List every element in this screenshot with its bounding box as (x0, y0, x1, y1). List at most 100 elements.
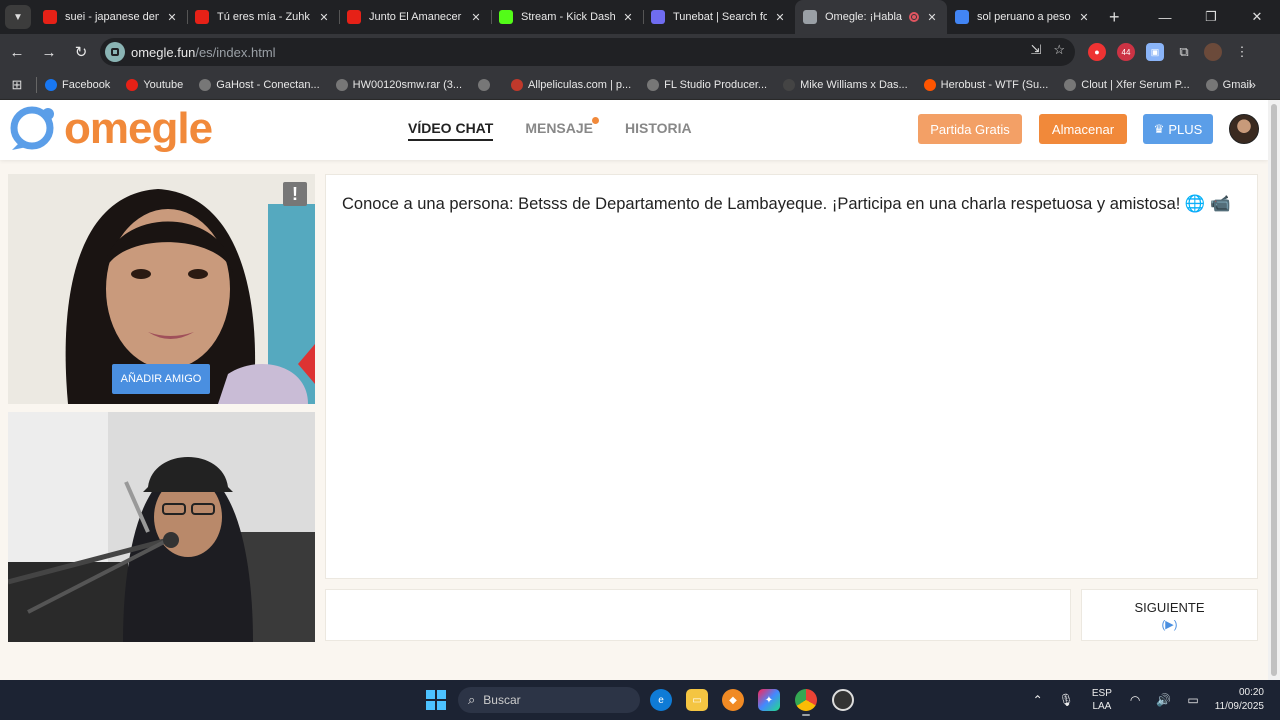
wifi-icon[interactable]: ◠ (1130, 693, 1140, 707)
bookmark-item[interactable]: Clout | Xfer Serum P... (1064, 78, 1190, 91)
bookmark-label: Mike Williams x Das... (800, 78, 908, 91)
tab-title: Junto El Amanecer - (369, 11, 463, 23)
apps-grid-icon[interactable]: ⊞ (2, 77, 32, 93)
more-bookmarks-icon[interactable]: » (1249, 77, 1256, 92)
kebab-menu-icon[interactable]: ⋮ (1233, 43, 1251, 61)
profile-avatar-icon[interactable] (1204, 43, 1222, 61)
bookmark-item[interactable]: Mike Williams x Das... (783, 78, 908, 91)
taskbar-search-label: Buscar (483, 693, 521, 707)
chat-log: Conoce a una persona: Betsss de Departam… (325, 174, 1258, 579)
browser-tab[interactable]: sol peruano a peso n ✕ (947, 0, 1099, 34)
bookmark-item[interactable]: GaHost - Conectan... (199, 78, 320, 91)
volume-icon[interactable]: 🔊 (1156, 693, 1171, 707)
globe-icon (803, 10, 817, 24)
chrome-icon[interactable] (795, 689, 817, 716)
globe-icon (199, 78, 212, 91)
soundcloud-icon (923, 78, 936, 91)
taskbar-search[interactable]: ⌕ Buscar (458, 687, 640, 713)
fl-studio-icon[interactable]: ◆ (722, 689, 744, 711)
site-nav-label: VÍDEO CHAT (408, 120, 494, 136)
browser-tab[interactable]: Omegle: ¡Habla c ✕ (795, 0, 947, 34)
bookmark-item[interactable]: Youtube (126, 78, 183, 91)
add-friend-button[interactable]: AÑADIR AMIGO (112, 364, 210, 394)
page-scrollbar[interactable] (1268, 100, 1280, 680)
input-language[interactable]: ESP LAA (1092, 687, 1112, 713)
bookmark-label: FL Studio Producer... (664, 78, 768, 91)
site-nav-item[interactable]: MENSAJE (525, 117, 599, 141)
tab-close-icon[interactable]: ✕ (469, 11, 483, 24)
tab-close-icon[interactable]: ✕ (773, 11, 787, 24)
plus-label: PLUS (1168, 121, 1203, 137)
tab-close-icon[interactable]: ✕ (1077, 11, 1091, 24)
cast-extension-icon[interactable]: ▣ (1146, 43, 1164, 61)
tab-close-icon[interactable]: ✕ (621, 11, 635, 24)
store-button[interactable]: Almacenar (1039, 114, 1127, 144)
back-arrow-icon[interactable]: ← (2, 37, 32, 67)
bookmark-item[interactable]: FL Studio Producer... (647, 78, 768, 91)
copilot-icon[interactable]: ✦ (758, 689, 780, 711)
bookmarks-bar: ⊞ Facebook Youtube GaHost - Conectan... HW0… (0, 70, 1280, 100)
facebook-icon (45, 78, 57, 91)
local-video-feed (8, 412, 315, 642)
tab-list: suei - japanese dem ✕ Tú eres mía - Zuhk f… (35, 0, 1099, 34)
site-nav-item[interactable]: VÍDEO CHAT (408, 120, 494, 141)
report-button[interactable]: ! (283, 182, 307, 206)
site-nav-label: MENSAJE (525, 120, 593, 136)
user-avatar[interactable] (1229, 114, 1259, 144)
crown-icon: ♛ (1153, 122, 1165, 136)
browser-tab[interactable]: suei - japanese dem ✕ (35, 0, 187, 34)
battery-icon[interactable]: ▭ (1187, 693, 1198, 707)
bookmark-label: Herobust - WTF (Su... (940, 78, 1049, 91)
globe-icon (1205, 78, 1218, 91)
install-app-icon[interactable]: ⇲ (1030, 42, 1041, 58)
tab-search-dropdown-icon[interactable]: ▼ (5, 5, 31, 29)
tab-title: sol peruano a peso n (977, 11, 1071, 23)
site-nav-item[interactable]: HISTORIA (625, 120, 692, 141)
bookmark-item[interactable]: HW00120smw.rar (3... (335, 78, 462, 91)
record-extension-icon[interactable]: ● (1088, 43, 1106, 61)
forward-arrow-icon[interactable]: → (34, 37, 64, 67)
minimize-icon[interactable]: — (1142, 0, 1188, 34)
microphone-icon[interactable]: 🎙 (1059, 693, 1074, 707)
tab-close-icon[interactable]: ✕ (925, 11, 939, 24)
close-window-icon[interactable]: ✕ (1234, 0, 1280, 34)
tab-close-icon[interactable]: ✕ (317, 11, 331, 24)
scrollbar-thumb[interactable] (1271, 104, 1277, 676)
next-button[interactable]: SIGUIENTE (▶) (1081, 589, 1258, 641)
browser-tab[interactable]: Junto El Amanecer - ✕ (339, 0, 491, 34)
clock-time: 00:20 (1238, 687, 1264, 698)
edge-icon[interactable]: e (650, 689, 672, 711)
file-explorer-icon[interactable]: ▭ (686, 689, 708, 711)
notification-extension-icon[interactable]: 44 (1117, 43, 1135, 61)
tab-title: Stream - Kick Dashbo (521, 11, 615, 23)
browser-tab[interactable]: Tú eres mía - Zuhk ft ✕ (187, 0, 339, 34)
bookmark-star-icon[interactable]: ☆ (1053, 42, 1065, 58)
clock-date: 11/09/2025 (1214, 701, 1264, 712)
windows-start-icon[interactable] (426, 690, 446, 710)
site-info-icon[interactable] (105, 42, 125, 62)
bookmark-item[interactable] (478, 78, 495, 91)
bookmark-item[interactable]: Herobust - WTF (Su... (923, 78, 1049, 91)
puzzle-extensions-icon[interactable]: ⧉ (1175, 43, 1193, 61)
lang-top: ESP (1091, 688, 1112, 699)
new-tab-button[interactable]: + (1109, 7, 1120, 28)
bookmark-item[interactable]: Gmail (1205, 78, 1251, 91)
omegle-logo[interactable]: omegle (8, 106, 213, 152)
browser-tab[interactable]: Stream - Kick Dashbo ✕ (491, 0, 643, 34)
obs-icon[interactable] (832, 689, 854, 711)
browser-tab[interactable]: Tunebat | Search for ✕ (643, 0, 795, 34)
bookmark-item[interactable]: Facebook (45, 78, 110, 91)
window-controls: — ❐ ✕ (1142, 0, 1280, 34)
free-game-button[interactable]: Partida Gratis (918, 114, 1022, 144)
system-clock[interactable]: 00:20 11/09/2025 (1215, 686, 1264, 714)
chat-system-message: Conoce a una persona: Betsss de Departam… (342, 195, 1231, 213)
restore-icon[interactable]: ❐ (1188, 0, 1234, 34)
chat-message-input[interactable] (325, 589, 1071, 641)
tab-close-icon[interactable]: ✕ (165, 11, 179, 24)
chevron-up-icon[interactable]: ⌃ (1033, 693, 1043, 707)
plus-button[interactable]: ♛ PLUS (1143, 114, 1213, 144)
bookmark-item[interactable]: Allpeliculas.com | p... (511, 78, 631, 91)
address-bar[interactable]: omegle.fun/es/index.html ⇲ ☆ (100, 38, 1075, 66)
reload-icon[interactable]: ↻ (66, 37, 96, 67)
unread-dot-icon (592, 117, 599, 124)
